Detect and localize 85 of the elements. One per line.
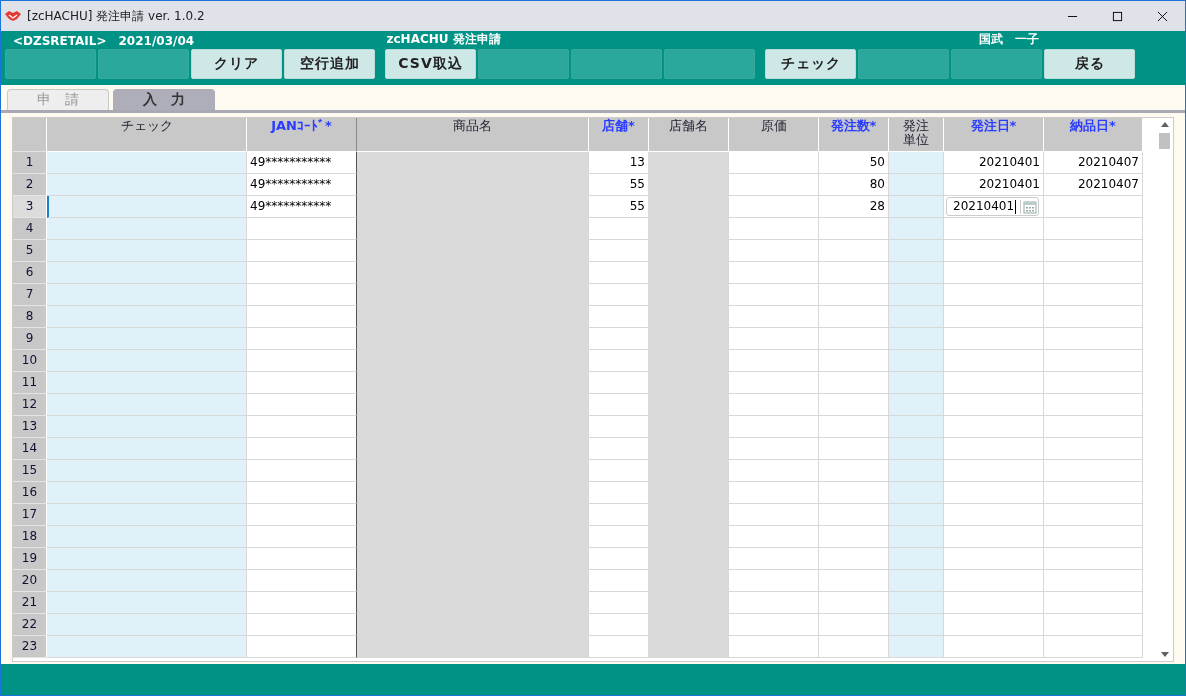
table-cell[interactable]	[247, 614, 357, 636]
table-cell[interactable]	[247, 570, 357, 592]
row-number[interactable]: 16	[13, 482, 47, 504]
table-cell[interactable]: 55	[589, 196, 649, 218]
table-cell[interactable]	[247, 460, 357, 482]
row-number[interactable]: 15	[13, 460, 47, 482]
table-cell[interactable]	[247, 372, 357, 394]
row-number[interactable]: 1	[13, 152, 47, 174]
table-cell[interactable]: 13	[589, 152, 649, 174]
date-input-field[interactable]: 20210401	[946, 197, 1039, 216]
table-cell[interactable]	[247, 262, 357, 284]
column-header[interactable]: JANｺｰﾄﾞ*	[247, 118, 357, 152]
table-cell[interactable]: 20210401	[944, 152, 1044, 174]
table-cell[interactable]	[247, 504, 357, 526]
column-header[interactable]: 商品名	[357, 118, 589, 152]
scroll-up-icon[interactable]	[1160, 122, 1169, 127]
row-number[interactable]: 18	[13, 526, 47, 548]
column-header[interactable]: 発注日*	[944, 118, 1044, 152]
table-cell[interactable]	[247, 526, 357, 548]
row-number[interactable]: 4	[13, 218, 47, 240]
table-cell[interactable]	[247, 482, 357, 504]
row-number[interactable]: 23	[13, 636, 47, 658]
row-number[interactable]: 13	[13, 416, 47, 438]
table-cell[interactable]	[247, 240, 357, 262]
table-cell[interactable]	[247, 636, 357, 658]
scroll-down-icon[interactable]	[1160, 652, 1169, 657]
window-title: [zcHACHU] 発注申請 ver. 1.0.2	[27, 7, 205, 25]
column-header[interactable]: 発注単位	[889, 118, 944, 152]
close-icon[interactable]	[1157, 10, 1168, 22]
row-number[interactable]: 12	[13, 394, 47, 416]
row-number[interactable]: 22	[13, 614, 47, 636]
table-cell[interactable]	[247, 548, 357, 570]
column-header[interactable]: 発注数*	[819, 118, 889, 152]
row-number[interactable]: 7	[13, 284, 47, 306]
row-number[interactable]: 10	[13, 350, 47, 372]
row-number[interactable]: 19	[13, 548, 47, 570]
table-cell[interactable]: 55	[589, 174, 649, 196]
function-button[interactable]: CSV取込	[385, 49, 476, 79]
maximize-icon[interactable]	[1112, 10, 1123, 22]
user-name: 国武 一子	[978, 31, 1039, 48]
table-cell[interactable]	[247, 438, 357, 460]
table-cell[interactable]: 20210401	[944, 174, 1044, 196]
table-cell[interactable]	[247, 350, 357, 372]
column-header[interactable]: 店舗*	[589, 118, 649, 152]
row-number[interactable]: 6	[13, 262, 47, 284]
table-cell[interactable]	[247, 394, 357, 416]
screen-title: zcHACHU 発注申請	[386, 31, 502, 48]
table-cell[interactable]: 20210407	[1044, 152, 1143, 174]
current-date: 2021/03/04	[118, 34, 196, 48]
table-cell[interactable]: 20210407	[1044, 174, 1143, 196]
function-button[interactable]: チェック	[765, 49, 856, 79]
table-cell[interactable]: 49***********	[247, 196, 357, 218]
table-cell[interactable]	[247, 218, 357, 240]
function-button[interactable]: 戻る	[1044, 49, 1135, 79]
table-cell[interactable]	[247, 306, 357, 328]
row-number[interactable]: 2	[13, 174, 47, 196]
column-header[interactable]: チェック	[47, 118, 247, 152]
company-code: <DZSRETAIL>	[13, 34, 107, 48]
table-cell[interactable]: 28	[819, 196, 889, 218]
row-number[interactable]: 21	[13, 592, 47, 614]
function-button[interactable]: 空行追加	[284, 49, 375, 79]
table-cell[interactable]: 49***********	[247, 152, 357, 174]
table-cell[interactable]	[247, 328, 357, 350]
column-header[interactable]: 店舗名	[649, 118, 729, 152]
row-number[interactable]: 3	[13, 196, 47, 218]
table-cell[interactable]: 50	[819, 152, 889, 174]
column-header[interactable]: 原価	[729, 118, 819, 152]
row-number[interactable]: 17	[13, 504, 47, 526]
table-cell[interactable]	[247, 592, 357, 614]
row-number[interactable]: 14	[13, 438, 47, 460]
column-header[interactable]: 納品日*	[1044, 118, 1143, 152]
table-cell[interactable]	[247, 284, 357, 306]
table-cell[interactable]: 80	[819, 174, 889, 196]
row-number[interactable]: 5	[13, 240, 47, 262]
table-cell[interactable]: 20210401	[944, 196, 1044, 218]
row-number[interactable]: 8	[13, 306, 47, 328]
row-number[interactable]: 11	[13, 372, 47, 394]
scrollbar-thumb[interactable]	[1159, 133, 1171, 149]
table-cell[interactable]	[247, 416, 357, 438]
tab[interactable]: 入 力	[113, 89, 215, 110]
row-number[interactable]: 9	[13, 328, 47, 350]
function-button[interactable]: クリア	[191, 49, 282, 79]
table-cell[interactable]: 49***********	[247, 174, 357, 196]
calendar-icon[interactable]	[1020, 199, 1038, 214]
row-number[interactable]: 20	[13, 570, 47, 592]
